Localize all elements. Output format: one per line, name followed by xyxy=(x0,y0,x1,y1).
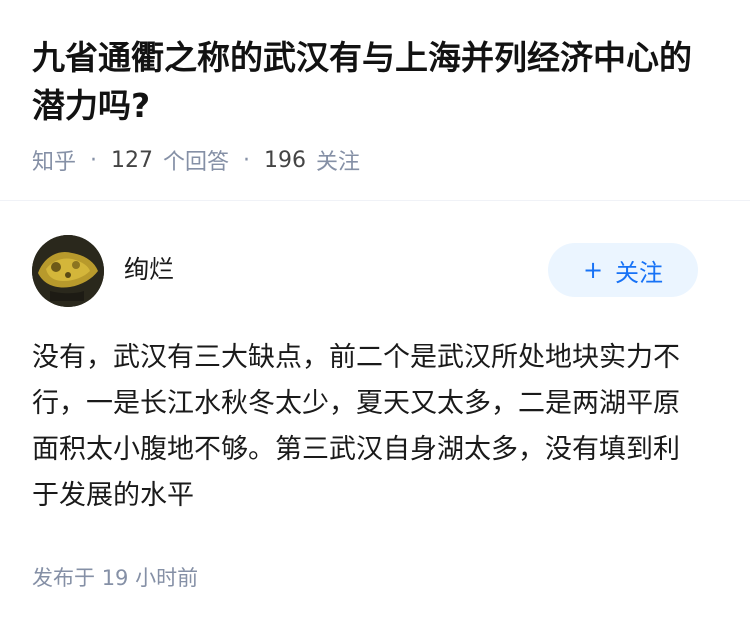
answer-timestamp: 发布于 19 小时前 xyxy=(32,562,198,592)
published-value: 19 xyxy=(101,566,129,590)
published-unit: 小时前 xyxy=(135,566,199,590)
answer-count: 127 xyxy=(111,147,154,173)
question-meta: 知乎 · 127 个回答 · 196 关注 xyxy=(32,144,360,176)
question-title[interactable]: 九省通衢之称的武汉有与上海并列经济中心的潜力吗? xyxy=(32,34,722,130)
follow-button[interactable]: + 关注 xyxy=(548,243,698,297)
published-label: 发布于 xyxy=(32,566,95,590)
follow-button-label: 关注 xyxy=(615,258,664,287)
source-label[interactable]: 知乎 xyxy=(32,144,76,176)
author-name[interactable]: 绚烂 xyxy=(124,250,174,286)
section-divider xyxy=(0,200,750,201)
question-header: 九省通衢之称的武汉有与上海并列经济中心的潜力吗? 知乎 · 127 个回答 · … xyxy=(0,0,750,200)
answer-count-label[interactable]: 个回答 xyxy=(163,144,229,176)
follow-count-label: 关注 xyxy=(316,150,361,175)
avatar[interactable] xyxy=(32,235,104,307)
follow-count: 196 xyxy=(264,147,307,173)
answer-content[interactable]: 没有，武汉有三大缺点，前二个是武汉所处地块实力不行，一是长江水秋冬太少，夏天又太… xyxy=(32,335,704,519)
separator-dot: · xyxy=(243,147,251,173)
separator-dot: · xyxy=(90,147,98,173)
avatar-image xyxy=(32,235,104,307)
plus-icon: + xyxy=(582,256,604,284)
